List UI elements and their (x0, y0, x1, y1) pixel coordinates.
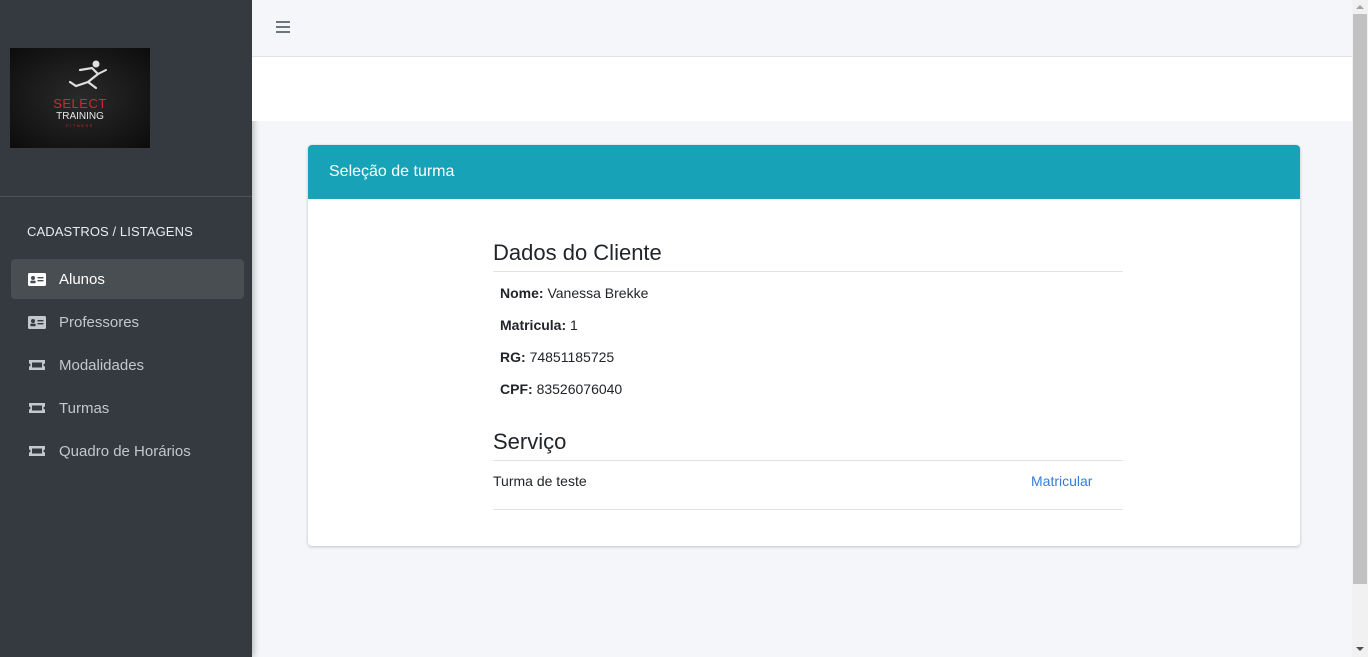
svg-text:TRAINING: TRAINING (56, 111, 104, 122)
sidebar-item-label: Quadro de Horários (59, 442, 191, 460)
sidebar-item-label: Turmas (59, 399, 110, 417)
section-divider (493, 509, 1123, 510)
client-rg: RG: 74851185725 (500, 349, 614, 365)
client-name: Nome: Vanessa Brekke (500, 285, 648, 301)
ticket-icon (28, 401, 46, 415)
id-card-icon (28, 272, 46, 286)
sidebar-item-label: Modalidades (59, 356, 145, 374)
hamburger-icon[interactable] (276, 21, 290, 33)
scroll-down-arrow-icon[interactable] (1356, 647, 1364, 651)
svg-text:FITNESS: FITNESS (66, 123, 93, 128)
sidebar-item-label: Alunos (59, 270, 105, 288)
sidebar-item-professores[interactable]: Professores (11, 302, 244, 342)
sidebar-item-turmas[interactable]: Turmas (11, 388, 244, 428)
content-header (252, 57, 1352, 121)
field-value: 83526076040 (536, 381, 623, 397)
sidebar-item-label: Professores (59, 313, 140, 331)
brand-logo[interactable]: SELECT TRAINING FITNESS (10, 48, 150, 148)
section-divider (493, 271, 1123, 272)
ticket-icon (28, 444, 46, 458)
card-title: Seleção de turma (308, 145, 1300, 199)
class-selection-card: Seleção de turma Dados do Cliente Nome: … (308, 145, 1300, 546)
field-label: RG: (500, 349, 526, 365)
enroll-link[interactable]: Matricular (1031, 473, 1092, 489)
field-label: CPF: (500, 381, 533, 397)
nav-section-header: CADASTROS / LISTAGENS (27, 224, 193, 239)
field-value: 74851185725 (529, 349, 615, 365)
sidebar-divider (0, 196, 252, 197)
field-label: Nome: (500, 285, 544, 301)
svg-text:SELECT: SELECT (53, 96, 107, 111)
field-label: Matricula: (500, 317, 567, 333)
sidebar-item-modalidades[interactable]: Modalidades (11, 345, 244, 385)
client-enrollment: Matricula: 1 (500, 317, 578, 333)
service-section-title: Serviço (493, 429, 567, 454)
scrollbar-thumb[interactable] (1353, 14, 1367, 584)
client-cpf: CPF: 83526076040 (500, 381, 622, 397)
field-value: 1 (570, 317, 578, 333)
runner-logo-icon: SELECT TRAINING FITNESS (53, 60, 107, 128)
section-divider (493, 460, 1123, 461)
sidebar-item-alunos[interactable]: Alunos (11, 259, 244, 299)
service-name: Turma de teste (493, 473, 587, 489)
id-card-icon (28, 315, 46, 329)
client-section-title: Dados do Cliente (493, 240, 662, 265)
scroll-up-arrow-icon[interactable] (1356, 5, 1364, 9)
sidebar-item-quadro-de-horarios[interactable]: Quadro de Horários (11, 431, 244, 471)
field-value: Vanessa Brekke (547, 285, 649, 301)
top-navbar (252, 0, 1352, 57)
ticket-icon (28, 358, 46, 372)
sidebar: SELECT TRAINING FITNESS CADASTROS / LIST… (0, 0, 252, 657)
vertical-scrollbar[interactable] (1352, 0, 1368, 657)
